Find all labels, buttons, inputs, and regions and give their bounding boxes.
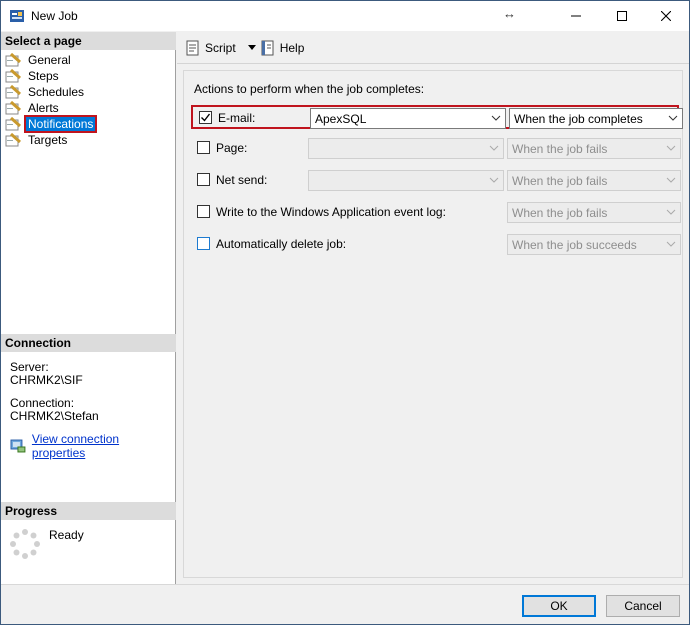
page-item-label: General: [28, 53, 71, 67]
auto-delete-condition-select[interactable]: When the job succeeds: [507, 234, 681, 255]
page-item-label: Targets: [28, 133, 68, 147]
progress-status: Ready: [49, 528, 84, 542]
maximize-button[interactable]: [599, 1, 645, 31]
view-connection-properties-link[interactable]: View connection properties: [32, 432, 175, 460]
page-condition-select[interactable]: When the job fails: [507, 138, 681, 159]
net-send-checkbox[interactable]: [197, 173, 210, 186]
event-log-condition-select[interactable]: When the job fails: [507, 202, 681, 223]
wrench-page-icon: [5, 85, 21, 99]
page-item-label: Alerts: [28, 101, 59, 115]
script-label: Script: [205, 40, 236, 55]
chevron-down-icon: [666, 241, 676, 247]
connection-value: CHRMK2\Stefan: [10, 409, 99, 423]
chevron-down-icon: [489, 177, 499, 183]
dialog-button-bar: OK Cancel: [1, 584, 689, 624]
chevron-down-icon: [668, 115, 678, 121]
minimize-icon: [571, 15, 581, 17]
page-row: Page: When the job fails: [191, 137, 681, 161]
wrench-page-icon: [5, 69, 21, 83]
check-icon: [201, 113, 211, 122]
chevron-down-icon: [666, 177, 676, 183]
page-item-targets[interactable]: Targets: [5, 132, 173, 148]
script-dropdown-button[interactable]: [247, 44, 256, 51]
page-item-steps[interactable]: Steps: [5, 68, 173, 84]
email-label: E-mail:: [218, 111, 256, 125]
chevron-down-icon: [247, 44, 256, 50]
close-icon: [661, 11, 671, 21]
net-send-label: Net send:: [216, 173, 268, 187]
select-page-header: Select a page: [1, 32, 176, 50]
net-send-condition-value: When the job fails: [512, 174, 608, 188]
email-row: E-mail: ApexSQL When the job completes: [191, 105, 683, 129]
net-send-condition-select[interactable]: When the job fails: [507, 170, 681, 191]
new-job-dialog: New Job ↔ Select a page General Steps Sc…: [0, 0, 690, 625]
connection-header: Connection: [1, 334, 176, 352]
auto-delete-row: Automatically delete job: When the job s…: [191, 233, 681, 257]
page-checkbox[interactable]: [197, 141, 210, 154]
email-condition-value: When the job completes: [514, 112, 643, 126]
auto-delete-condition-value: When the job succeeds: [512, 238, 637, 252]
event-log-label: Write to the Windows Application event l…: [216, 205, 446, 219]
email-checkbox[interactable]: [199, 111, 212, 124]
page-item-alerts[interactable]: Alerts: [5, 100, 173, 116]
page-item-general[interactable]: General: [5, 52, 173, 68]
progress-header: Progress: [1, 502, 176, 520]
page-item-label: Steps: [28, 69, 59, 83]
wrench-page-icon: [5, 117, 21, 131]
event-log-row: Write to the Windows Application event l…: [191, 201, 681, 225]
chevron-down-icon: [489, 145, 499, 151]
page-list: General Steps Schedules Alerts Notificat…: [5, 52, 173, 148]
maximize-icon: [617, 11, 627, 21]
left-pane: Select a page General Steps Schedules Al…: [1, 32, 176, 584]
chevron-down-icon: [666, 209, 676, 215]
title-bar[interactable]: New Job ↔: [1, 1, 689, 31]
cancel-button[interactable]: Cancel: [606, 595, 680, 617]
email-condition-select[interactable]: When the job completes: [509, 108, 683, 129]
help-label: Help: [279, 40, 305, 55]
page-operator-select[interactable]: [308, 138, 504, 159]
auto-delete-label: Automatically delete job:: [216, 237, 347, 251]
view-connection-row: View connection properties: [10, 432, 175, 460]
wrench-page-icon: [5, 53, 21, 67]
wrench-page-icon: [5, 101, 21, 115]
email-operator-select[interactable]: ApexSQL: [310, 108, 506, 129]
actions-label: Actions to perform when the job complete…: [194, 82, 425, 96]
help-button[interactable]: Help: [260, 40, 305, 56]
email-operator-value: ApexSQL: [315, 112, 367, 126]
auto-delete-checkbox[interactable]: [197, 237, 210, 250]
server-value: CHRMK2\SIF: [10, 373, 83, 387]
progress-row: Ready: [9, 528, 84, 560]
script-icon: [186, 40, 199, 55]
minimize-button[interactable]: [553, 1, 599, 31]
page-label: Page:: [216, 141, 248, 155]
right-pane: Script Help Actions to perform when the …: [177, 32, 689, 584]
page-item-notifications[interactable]: Notifications: [5, 115, 173, 133]
page-item-schedules[interactable]: Schedules: [5, 84, 173, 100]
script-button[interactable]: Script: [185, 40, 236, 56]
connection-properties-icon: [10, 439, 26, 453]
net-send-row: Net send: When the job fails: [191, 169, 681, 193]
ssms-app-icon: [10, 10, 24, 22]
resize-cursor-icon: ↔: [503, 6, 516, 21]
page-item-label: Notifications: [23, 115, 98, 133]
notifications-panel: Actions to perform when the job complete…: [183, 70, 683, 578]
window-title: New Job: [31, 9, 78, 23]
event-log-condition-value: When the job fails: [512, 206, 608, 220]
ok-button[interactable]: OK: [522, 595, 596, 617]
event-log-checkbox[interactable]: [197, 205, 210, 218]
net-send-operator-select[interactable]: [308, 170, 504, 191]
connection-info: Server: CHRMK2\SIF Connection: CHRMK2\St…: [10, 361, 170, 423]
page-condition-value: When the job fails: [512, 142, 608, 156]
wrench-page-icon: [5, 133, 21, 147]
spinner-icon: [10, 529, 40, 559]
chevron-down-icon: [491, 115, 501, 121]
chevron-down-icon: [666, 145, 676, 151]
toolbar: Script Help: [177, 32, 689, 64]
page-item-label: Schedules: [28, 85, 85, 99]
help-book-icon: [261, 40, 274, 55]
close-button[interactable]: [643, 1, 689, 31]
